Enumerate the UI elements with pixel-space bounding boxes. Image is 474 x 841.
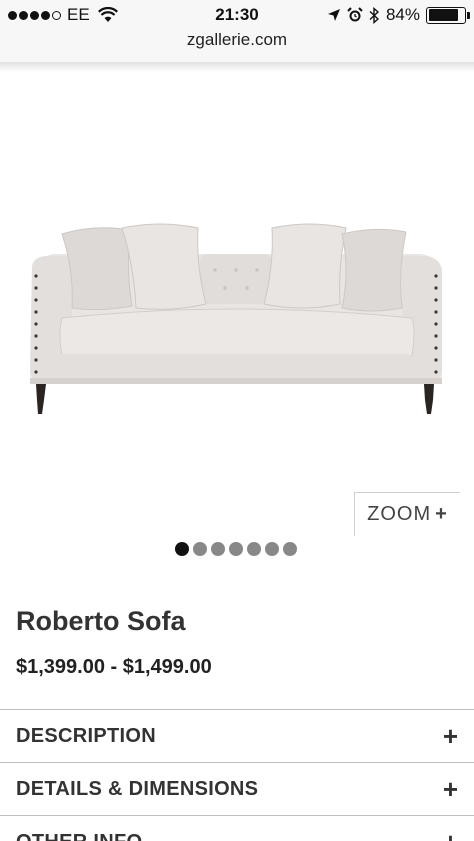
pager-dot[interactable] (193, 542, 207, 556)
image-pager (175, 542, 297, 556)
sofa-image[interactable] (0, 200, 474, 430)
pager-dot[interactable] (265, 542, 279, 556)
battery-level (428, 9, 458, 21)
address-bar[interactable]: zgallerie.com (0, 30, 474, 62)
product-title: Roberto Sofa (16, 606, 186, 636)
pager-dot[interactable] (283, 542, 297, 556)
plus-icon: + (435, 503, 448, 525)
accordion-details-dimensions[interactable]: DETAILS & DIMENSIONS + (0, 762, 474, 815)
status-right: 84% (327, 5, 470, 25)
accordion-other-info[interactable]: OTHER INFO + (0, 815, 474, 841)
alarm-clock-icon (347, 7, 363, 22)
pager-dot[interactable] (247, 542, 261, 556)
product-accordion: DESCRIPTION + DETAILS & DIMENSIONS + OTH… (0, 709, 474, 841)
accordion-description[interactable]: DESCRIPTION + (0, 709, 474, 762)
bluetooth-icon (369, 6, 380, 24)
pager-dot[interactable] (229, 542, 243, 556)
battery-icon (426, 6, 470, 24)
expand-plus-icon: + (442, 773, 458, 804)
pager-dot[interactable] (211, 542, 225, 556)
toolbar-shadow (0, 62, 474, 72)
pager-dot-active[interactable] (175, 542, 189, 556)
accordion-label: DESCRIPTION (16, 724, 156, 747)
expand-plus-icon: + (443, 827, 458, 841)
product-price: $1,399.00 - $1,499.00 (16, 656, 212, 678)
battery-percent: 84% (385, 5, 420, 24)
status-bar: EE 21:30 84% (0, 0, 474, 30)
expand-plus-icon: + (442, 720, 458, 751)
location-arrow-icon (327, 9, 340, 21)
zoom-label: ZOOM (367, 503, 432, 525)
zoom-button[interactable]: ZOOM + (354, 492, 460, 536)
battery-tip (467, 11, 470, 19)
accordion-label: DETAILS & DIMENSIONS (16, 777, 259, 800)
accordion-label: OTHER INFO (16, 831, 142, 841)
